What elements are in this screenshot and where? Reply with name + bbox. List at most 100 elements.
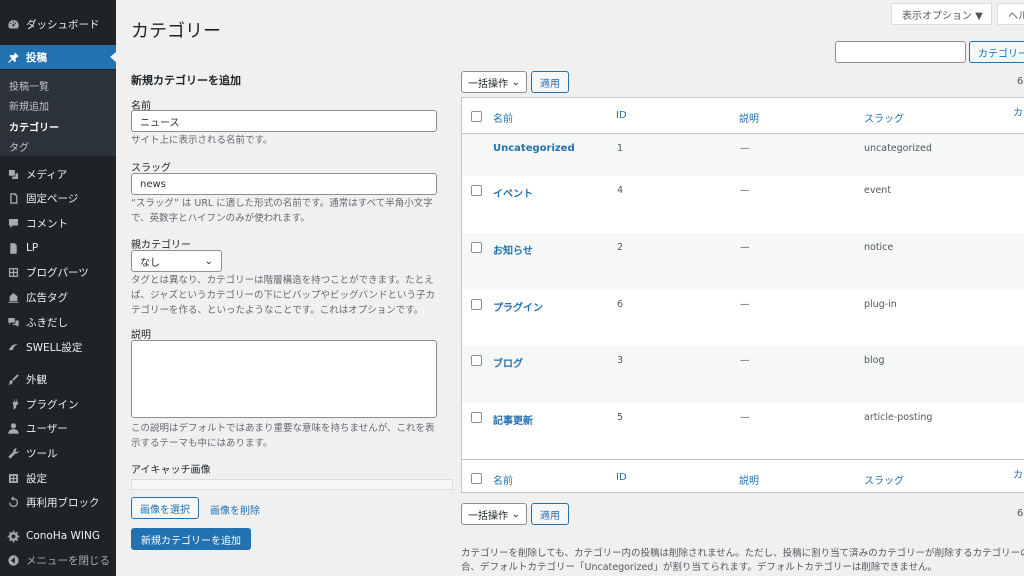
page-title: カテゴリー <box>131 21 221 42</box>
row-checkbox[interactable] <box>471 185 482 196</box>
menu-plugins[interactable]: プラグイン <box>0 392 116 416</box>
menu-posts-label: 投稿 <box>26 51 47 64</box>
admin-sidebar: ダッシュボード 投稿 投稿一覧 新規追加 カテゴリー タグ メディア 固定ページ… <box>0 0 116 576</box>
select-all-checkbox-bottom[interactable] <box>471 473 482 484</box>
menu-posts[interactable]: 投稿 <box>0 45 116 69</box>
column-count[interactable]: カ <box>1013 104 1023 119</box>
submenu-categories[interactable]: カテゴリー <box>9 119 59 134</box>
parent-category-select[interactable]: なし ⌄ <box>131 250 222 272</box>
help-button[interactable]: ヘル <box>997 3 1024 25</box>
bulk-action-select-top[interactable]: 一括操作 ⌄ <box>461 71 527 93</box>
name-description: サイト上に表示される名前です。 <box>131 135 273 146</box>
table-row: イベント 4 — event <box>462 176 1024 233</box>
menu-conoha-label: ConoHa WING <box>26 530 100 542</box>
menu-conoha-wing[interactable]: ConoHa WING <box>0 524 116 548</box>
parent-category-value: なし <box>140 257 160 269</box>
menu-dashboard[interactable]: ダッシュボード <box>0 12 116 36</box>
category-name-link[interactable]: 記事更新 <box>493 412 533 427</box>
menu-collapse[interactable]: メニューを閉じる <box>0 548 116 572</box>
slug-input[interactable]: news <box>131 173 437 195</box>
chevron-down-icon: ⌄ <box>511 76 520 88</box>
description-help: この説明はデフォルトではあまり重要な意味を持ちませんが、これを表示するテーマも中… <box>131 423 435 449</box>
table-row: Uncategorized 1 — uncategorized <box>462 134 1024 176</box>
menu-users-label: ユーザー <box>26 422 68 435</box>
menu-tools[interactable]: ツール <box>0 441 116 465</box>
menu-ad-tag-label: 広告タグ <box>26 291 68 304</box>
menu-fukidashi[interactable]: ふきだし <box>0 310 116 334</box>
apply-button-bottom[interactable]: 適用 <box>531 503 569 525</box>
column-count-footer[interactable]: カ <box>1013 466 1023 481</box>
category-id: 2 <box>617 242 624 253</box>
categories-table: 名前 ID 説明 スラッグ カ Uncategorized 1 — uncate… <box>461 97 1024 493</box>
gear-icon <box>0 530 26 543</box>
row-checkbox[interactable] <box>471 242 482 253</box>
column-id[interactable]: ID <box>616 110 627 121</box>
column-slug[interactable]: スラッグ <box>864 110 904 125</box>
menu-swell-settings[interactable]: SWELL設定 <box>0 335 116 359</box>
menu-lp[interactable]: LP <box>0 236 116 260</box>
category-description: — <box>740 143 750 154</box>
add-category-submit-button[interactable]: 新規カテゴリーを追加 <box>131 528 251 550</box>
column-name[interactable]: 名前 <box>493 110 513 125</box>
category-name-link[interactable]: ブログ <box>493 355 523 370</box>
dashboard-icon <box>0 18 26 31</box>
category-name-link[interactable]: プラグイン <box>493 299 543 314</box>
menu-plugins-label: プラグイン <box>26 398 79 411</box>
bulk-action-select-bottom[interactable]: 一括操作 ⌄ <box>461 503 527 525</box>
menu-blog-parts-label: ブログパーツ <box>26 266 89 279</box>
description-label: 説明 <box>131 330 151 341</box>
menu-dashboard-label: ダッシュボード <box>26 18 100 31</box>
row-checkbox[interactable] <box>471 412 482 423</box>
row-checkbox[interactable] <box>471 355 482 366</box>
category-id: 5 <box>617 412 624 423</box>
select-image-button[interactable]: 画像を選択 <box>131 497 199 519</box>
table-header: 名前 ID 説明 スラッグ カ <box>462 98 1024 134</box>
screen-options-button[interactable]: 表示オプション ▼ <box>891 3 992 25</box>
column-name-footer[interactable]: 名前 <box>493 472 513 487</box>
grid-icon <box>0 266 26 279</box>
search-input[interactable] <box>835 41 966 63</box>
submenu-tags[interactable]: タグ <box>9 139 29 154</box>
search-categories-button[interactable]: カテゴリー <box>969 41 1024 63</box>
menu-reusable-blocks[interactable]: 再利用ブロック <box>0 490 116 514</box>
collapse-icon <box>0 554 26 567</box>
category-name-link[interactable]: お知らせ <box>493 242 533 257</box>
name-input[interactable]: ニュース <box>131 110 437 132</box>
category-id: 1 <box>617 143 624 154</box>
submenu-add-new[interactable]: 新規追加 <box>9 98 49 113</box>
eyecatch-label: アイキャッチ画像 <box>131 465 211 476</box>
column-description[interactable]: 説明 <box>739 110 759 125</box>
menu-media[interactable]: メディア <box>0 162 116 186</box>
chevron-down-icon: ⌄ <box>511 508 520 520</box>
category-slug: event <box>864 185 892 196</box>
menu-comments[interactable]: コメント <box>0 211 116 235</box>
description-textarea[interactable] <box>131 340 437 418</box>
menu-blog-parts[interactable]: ブログパーツ <box>0 260 116 284</box>
table-row: ブログ 3 — blog <box>462 346 1024 403</box>
column-id-footer[interactable]: ID <box>616 472 627 483</box>
category-name-link[interactable]: イベント <box>493 185 533 200</box>
category-slug: plug-in <box>864 299 897 310</box>
menu-settings[interactable]: 設定 <box>0 466 116 490</box>
table-row: お知らせ 2 — notice <box>462 233 1024 290</box>
menu-pages[interactable]: 固定ページ <box>0 186 116 210</box>
menu-users[interactable]: ユーザー <box>0 416 116 440</box>
comment-icon <box>0 217 26 230</box>
menu-appearance[interactable]: 外観 <box>0 367 116 391</box>
menu-ad-tag[interactable]: 広告タグ <box>0 285 116 309</box>
menu-fukidashi-label: ふきだし <box>26 316 68 329</box>
item-count-bottom: 6 <box>1017 508 1024 519</box>
category-id: 3 <box>617 355 624 366</box>
menu-appearance-label: 外観 <box>26 373 47 386</box>
column-slug-footer[interactable]: スラッグ <box>864 472 904 487</box>
apply-button-top[interactable]: 適用 <box>531 71 569 93</box>
submenu-all-posts[interactable]: 投稿一覧 <box>9 78 49 93</box>
menu-collapse-label: メニューを閉じる <box>26 554 110 567</box>
category-slug: uncategorized <box>864 143 932 154</box>
column-description-footer[interactable]: 説明 <box>739 472 759 487</box>
pushpin-icon <box>0 51 26 64</box>
remove-image-button[interactable]: 画像を削除 <box>210 502 260 517</box>
row-checkbox[interactable] <box>471 299 482 310</box>
category-name-link[interactable]: Uncategorized <box>493 143 575 154</box>
select-all-checkbox[interactable] <box>471 111 482 122</box>
